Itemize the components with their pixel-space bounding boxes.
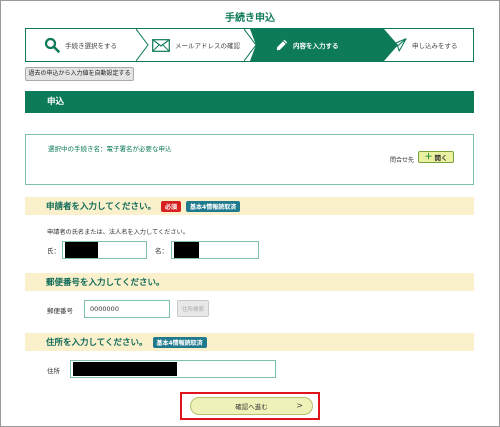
last-name-input[interactable] [62,241,147,259]
first-name-label: 名： [155,247,168,255]
confirm-label: 確認へ進む [235,403,268,411]
info-read-badge: 基本4情報読取済 [186,200,241,212]
postal-title: 郵便番号を入力してください。 [46,278,165,288]
postal-question-bar: 郵便番号を入力してください。 [25,273,474,291]
open-button-label: 開く [434,154,448,162]
plus-icon: ＋ [424,152,433,161]
step-label: 手続き選択をする [65,42,117,50]
step-label: 申し込みをする [412,42,458,50]
step-confirm-email: メールアドレスの確認 [138,29,250,61]
info-read-badge: 基本4情報読取済 [152,336,207,348]
address-label: 住所 [47,367,60,375]
chevron-right-icon: > [296,401,303,410]
last-name-label: 氏： [47,247,60,255]
redacted-text [73,362,177,376]
required-badge: 必須 [161,200,182,212]
step-select-procedure: 手続き選択をする [26,29,138,61]
step-label: 内容を入力する [293,42,339,50]
postal-code-value: 0000000 [90,305,119,313]
step-progress: 手続き選択をする メールアドレスの確認 内容を入力する 申し込みをする [25,28,474,62]
applicant-note: 申請者の氏名または、法人名を入力してください。 [47,229,189,236]
step-enter-content: 内容を入力する [250,29,390,61]
redacted-text [65,242,98,258]
section-header: 申込 [25,91,474,113]
pencil-icon [276,39,288,51]
applicant-title: 申請者を入力してください。 [46,202,156,212]
page-title: 手続き申込 [225,13,275,24]
contact-open-button[interactable]: ＋ 開く [418,151,454,163]
first-name-input[interactable] [171,241,259,259]
proceed-to-confirm-button[interactable]: 確認へ進む > [190,397,313,415]
step-submit: 申し込みをする [372,29,474,61]
autofill-from-past-button[interactable]: 過去の申込から入力値を自動設定する [25,67,134,81]
address-title: 住所を入力してください。 [46,338,148,348]
mail-icon [152,38,170,52]
postal-label: 郵便番号 [47,307,73,315]
step-label: メールアドレスの確認 [175,42,240,50]
address-search-button[interactable]: 住所検索 [177,300,209,317]
paper-plane-icon [392,38,407,52]
redacted-text [174,242,199,258]
address-question-bar: 住所を入力してください。 基本4情報読取済 [25,333,474,351]
contact-label: 問合せ先 [390,157,415,164]
procedure-info-box: 選択中の手続き名：電子署名が必要な申込 問合せ先 ＋ 開く [25,134,474,185]
address-input[interactable] [70,360,276,378]
applicant-question-bar: 申請者を入力してください。 必須 基本4情報読取済 [25,197,474,215]
postal-code-input[interactable]: 0000000 [84,300,170,318]
selected-procedure-label: 選択中の手続き名：電子署名が必要な申込 [48,145,172,153]
search-icon [44,37,60,53]
